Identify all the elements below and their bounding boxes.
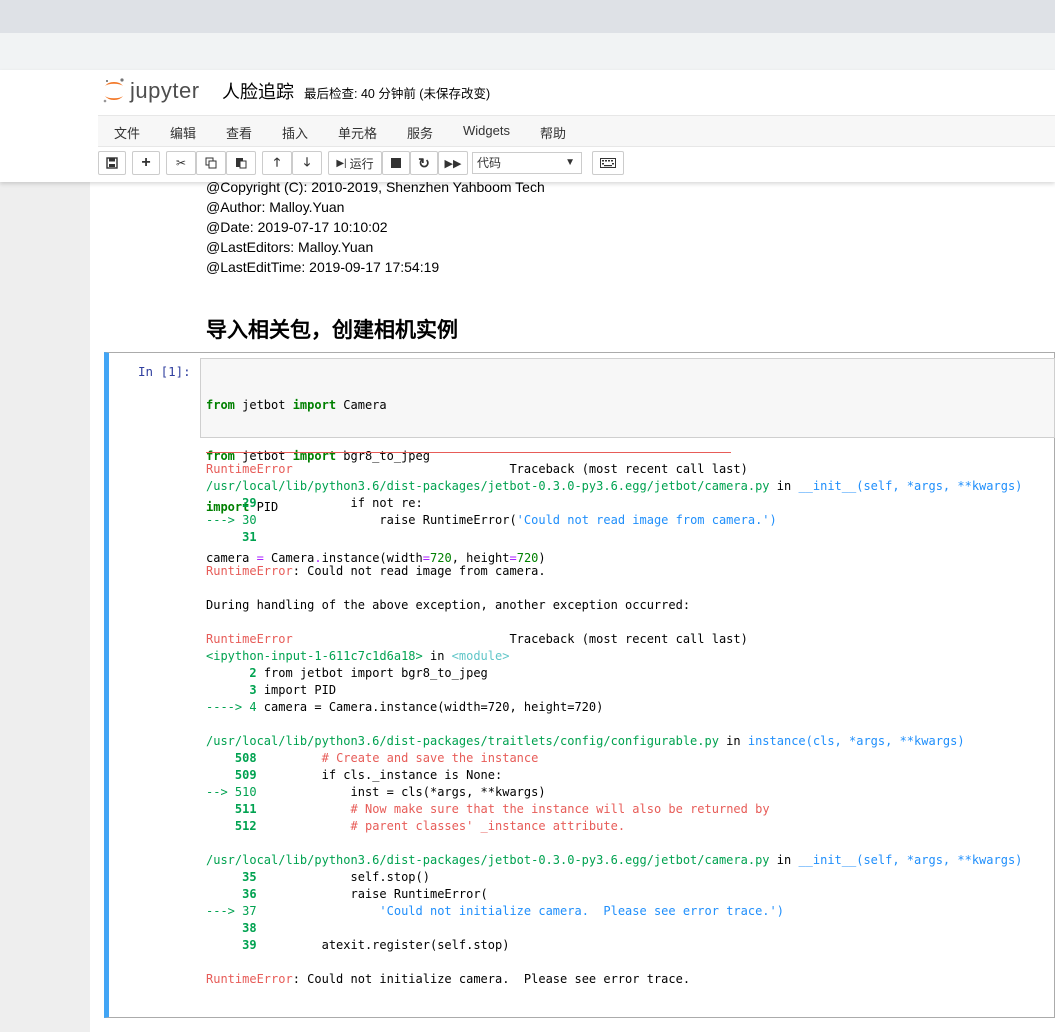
traceback-line: 31 xyxy=(242,530,257,544)
insert-cell-button[interactable]: + xyxy=(132,151,160,175)
menu-help[interactable]: 帮助 xyxy=(540,123,566,142)
paste-icon xyxy=(236,158,247,169)
traceback-line: During handling of the above exception, … xyxy=(206,598,691,612)
cell-type-select[interactable]: 代码 ▼ xyxy=(472,152,582,174)
traceback-line: RuntimeError Traceback (most recent call… xyxy=(206,632,748,646)
traceback-line: 511 # Now make sure that the instance wi… xyxy=(234,802,770,816)
cell-type-value: 代码 xyxy=(477,156,502,170)
markdown-heading: 导入相关包，创建相机实例 xyxy=(206,319,458,342)
traceback-line: 38 xyxy=(242,921,257,935)
markdown-line: @Copyright (C): 2010-2019, Shenzhen Yahb… xyxy=(206,182,545,195)
arrow-down-icon: 🡓 xyxy=(303,154,311,169)
copy-icon xyxy=(205,157,217,169)
traceback-output: RuntimeError Traceback (most recent call… xyxy=(206,461,1022,988)
save-button[interactable] xyxy=(98,151,126,175)
traceback-line: /usr/local/lib/python3.6/dist-packages/j… xyxy=(206,479,1023,493)
jupyter-logo-text: jupyter xyxy=(130,78,200,103)
command-palette-button[interactable] xyxy=(592,151,624,175)
menu-insert[interactable]: 插入 xyxy=(282,123,308,142)
code-line: from jetbot import Camera xyxy=(206,398,387,412)
move-down-button[interactable]: 🡓 xyxy=(292,151,322,175)
traceback-line: <ipython-input-1-611c7c1d6a18> in <modul… xyxy=(206,649,510,663)
traceback-line: ---> 37 'Could not initialize camera. Pl… xyxy=(206,904,784,918)
run-label: 运行 xyxy=(349,156,374,171)
menubar: 文件 编辑 查看 插入 单元格 服务 Widgets 帮助 xyxy=(98,115,1055,147)
traceback-line xyxy=(206,954,1022,971)
menu-view[interactable]: 查看 xyxy=(226,123,252,142)
notebook-header: jupyter 人脸追踪 最后检查: 40 分钟前 (未保存改变) 文件 编辑 … xyxy=(0,70,1055,182)
copy-button[interactable] xyxy=(196,151,226,175)
traceback-line xyxy=(206,614,1022,631)
traceback-line: 509 if cls._instance is None: xyxy=(234,768,503,782)
browser-address-bar xyxy=(0,33,1055,71)
scissors-icon: ✂ xyxy=(175,156,187,170)
chevron-down-icon: ▼ xyxy=(565,157,575,168)
traceback-line xyxy=(206,716,1022,733)
traceback-line xyxy=(206,580,1022,597)
traceback-line: 508 # Create and save the instance xyxy=(234,751,539,765)
markdown-line: @LastEditors: Malloy.Yuan xyxy=(206,239,374,255)
fast-forward-icon: ▶▶ xyxy=(444,157,462,170)
traceback-line: 3 import PID xyxy=(249,683,337,697)
traceback-line: 39 atexit.register(self.stop) xyxy=(242,938,510,952)
notebook-name[interactable]: 人脸追踪 xyxy=(222,78,294,104)
error-separator xyxy=(206,452,731,453)
traceback-line: RuntimeError: Could not initialize camer… xyxy=(206,972,691,986)
save-icon xyxy=(106,157,118,169)
traceback-line: 35 self.stop() xyxy=(242,870,430,884)
cut-button[interactable]: ✂ xyxy=(166,151,196,175)
restart-run-all-button[interactable]: ▶▶ xyxy=(438,151,468,175)
menu-file[interactable]: 文件 xyxy=(114,123,140,142)
interrupt-button[interactable] xyxy=(382,151,410,175)
traceback-line: RuntimeError: Could not read image from … xyxy=(206,564,546,578)
traceback-line: ---> 30 raise RuntimeError('Could not re… xyxy=(206,513,777,527)
menu-kernel[interactable]: 服务 xyxy=(407,123,433,142)
arrow-up-icon: 🡑 xyxy=(273,154,281,169)
stop-icon xyxy=(391,158,401,168)
traceback-line: RuntimeError Traceback (most recent call… xyxy=(206,462,748,476)
paste-button[interactable] xyxy=(226,151,256,175)
menu-widgets[interactable]: Widgets xyxy=(463,123,510,138)
markdown-line: @Date: 2019-07-17 10:10:02 xyxy=(206,219,388,235)
restart-button[interactable]: ↻ xyxy=(410,151,438,175)
run-button[interactable]: ▶| 运行 xyxy=(328,151,382,175)
traceback-line: 2 from jetbot import bgr8_to_jpeg xyxy=(249,666,488,680)
traceback-line xyxy=(206,835,1022,852)
traceback-line: 29 if not re: xyxy=(242,496,423,510)
traceback-line: 36 raise RuntimeError( xyxy=(242,887,488,901)
menu-edit[interactable]: 编辑 xyxy=(170,123,196,142)
markdown-line: @LastEditTime: 2019-09-17 17:54:19 xyxy=(206,259,440,275)
move-up-button[interactable]: 🡑 xyxy=(262,151,292,175)
traceback-line: /usr/local/lib/python3.6/dist-packages/j… xyxy=(206,853,1023,867)
plus-icon: + xyxy=(141,154,151,171)
markdown-line: @Author: Malloy.Yuan xyxy=(206,199,345,215)
traceback-line: /usr/local/lib/python3.6/dist-packages/t… xyxy=(206,734,965,748)
traceback-line: 512 # parent classes' _instance attribut… xyxy=(234,819,626,833)
step-forward-icon: ▶| xyxy=(336,157,347,169)
refresh-icon: ↻ xyxy=(418,154,430,171)
input-prompt: In [1]: xyxy=(138,364,191,379)
browser-tab-strip xyxy=(0,0,1055,33)
notebook-container[interactable]: @Copyright (C): 2010-2019, Shenzhen Yahb… xyxy=(90,182,1055,1032)
keyboard-icon xyxy=(600,158,616,168)
traceback-line: --> 510 inst = cls(*args, **kwargs) xyxy=(206,785,546,799)
traceback-line: ----> 4 camera = Camera.instance(width=7… xyxy=(206,700,604,714)
jupyter-logo-icon xyxy=(103,78,124,103)
jupyter-logo[interactable]: jupyter xyxy=(102,76,200,106)
checkpoint-status: 最后检查: 40 分钟前 (未保存改变) xyxy=(304,87,491,101)
traceback-line xyxy=(206,546,1022,563)
menu-cell[interactable]: 单元格 xyxy=(338,123,377,142)
